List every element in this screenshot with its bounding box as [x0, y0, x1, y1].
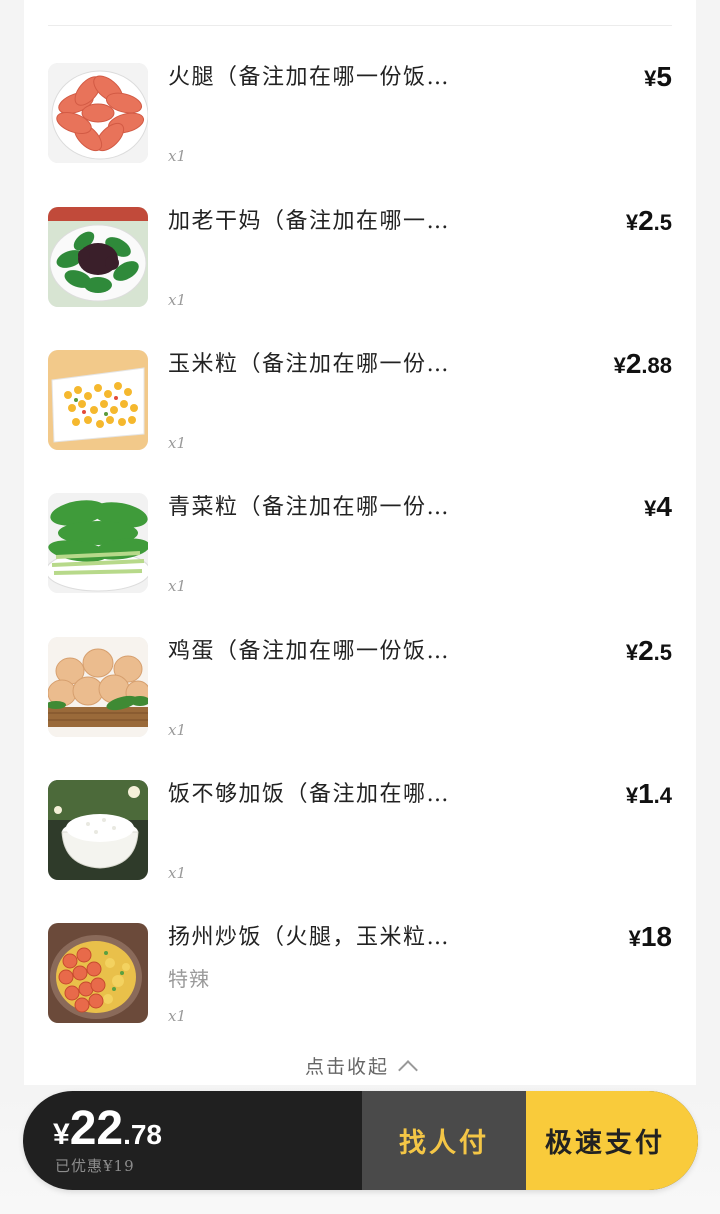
price-decimal: .4 [653, 783, 672, 808]
item-quantity: x1 [168, 721, 187, 739]
item-name: 扬州炒饭（火腿，玉米粒，青瓜… [168, 925, 468, 950]
price-integer: 2 [638, 205, 654, 236]
fast-pay-button[interactable]: 极速支付 [526, 1091, 698, 1190]
currency-symbol: ¥ [625, 210, 639, 235]
order-item: 青菜粒（备注加在哪一份饭里炒） x1 ¥4 [48, 491, 672, 595]
price-integer: 18 [640, 921, 672, 952]
total-integer: 22 [69, 1102, 124, 1155]
item-price: ¥2.88 [614, 348, 672, 380]
checkout-bar: ¥22.78 已优惠¥19 找人付 极速支付 [23, 1091, 698, 1190]
item-quantity: x1 [168, 864, 187, 882]
price-decimal: .5 [653, 210, 672, 235]
order-item: 加老干妈（备注加在哪一份饭里… x1 ¥2.5 [48, 205, 672, 309]
corn-image [48, 350, 148, 450]
green-vegetables-image [48, 493, 148, 593]
greens-with-chili-image [48, 207, 148, 307]
collapse-label: 点击收起 [304, 1056, 389, 1078]
item-name: 火腿（备注加在哪一份饭里炒） [168, 65, 468, 90]
order-item: 扬州炒饭（火腿，玉米粒，青瓜… 特辣 x1 ¥18 [48, 921, 672, 1025]
currency-symbol: ¥ [644, 496, 657, 521]
currency-symbol: ¥ [625, 783, 639, 808]
item-quantity: x1 [168, 291, 187, 309]
total-decimal: .78 [123, 1119, 163, 1150]
price-integer: 1 [638, 778, 654, 809]
item-price: ¥18 [629, 921, 672, 953]
item-spec: 特辣 [168, 967, 210, 991]
item-price: ¥4 [644, 491, 672, 523]
order-item: 玉米粒（备注加在哪一份饭里炒） x1 ¥2.88 [48, 348, 672, 452]
discount-text: 已优惠¥19 [55, 1157, 135, 1175]
item-quantity: x1 [168, 147, 187, 165]
order-item: 火腿（备注加在哪一份饭里炒） x1 ¥5 [48, 61, 672, 165]
ham-image [48, 63, 148, 163]
item-name: 饭不够加饭（备注加在哪份饭里… [168, 782, 468, 807]
price-decimal: .88 [641, 353, 672, 378]
item-quantity: x1 [168, 434, 187, 452]
currency-symbol: ¥ [625, 640, 639, 665]
price-integer: 5 [656, 61, 672, 92]
collapse-toggle[interactable]: 点击收起 [0, 1052, 720, 1080]
order-card [24, 0, 696, 1214]
currency-symbol: ¥ [644, 66, 657, 91]
eggs-image [48, 637, 148, 737]
currency-symbol: ¥ [613, 353, 626, 378]
item-price: ¥1.4 [626, 778, 672, 810]
friend-pay-button[interactable]: 找人付 [362, 1091, 526, 1190]
total-currency: ¥ [53, 1118, 70, 1151]
price-integer: 2 [625, 348, 642, 379]
divider [48, 25, 672, 26]
order-item: 饭不够加饭（备注加在哪份饭里… x1 ¥1.4 [48, 778, 672, 882]
price-integer: 2 [638, 635, 654, 666]
item-price: ¥2.5 [626, 205, 672, 237]
currency-symbol: ¥ [628, 926, 641, 951]
price-integer: 4 [656, 491, 672, 522]
item-name: 玉米粒（备注加在哪一份饭里炒） [168, 352, 468, 377]
item-price: ¥5 [644, 61, 672, 93]
price-decimal: .5 [653, 640, 672, 665]
total-price: ¥22.78 [53, 1101, 162, 1156]
fried-rice-image [48, 923, 148, 1023]
item-name: 加老干妈（备注加在哪一份饭里… [168, 209, 468, 234]
item-price: ¥2.5 [626, 635, 672, 667]
rice-bowl-image [48, 780, 148, 880]
item-quantity: x1 [168, 1007, 187, 1025]
item-name: 鸡蛋（备注加在哪一份饭里炒） [168, 639, 468, 664]
order-item: 鸡蛋（备注加在哪一份饭里炒） x1 ¥2.5 [48, 635, 672, 739]
item-name: 青菜粒（备注加在哪一份饭里炒） [168, 495, 468, 520]
chevron-up-icon [398, 1060, 418, 1080]
item-quantity: x1 [168, 577, 187, 595]
